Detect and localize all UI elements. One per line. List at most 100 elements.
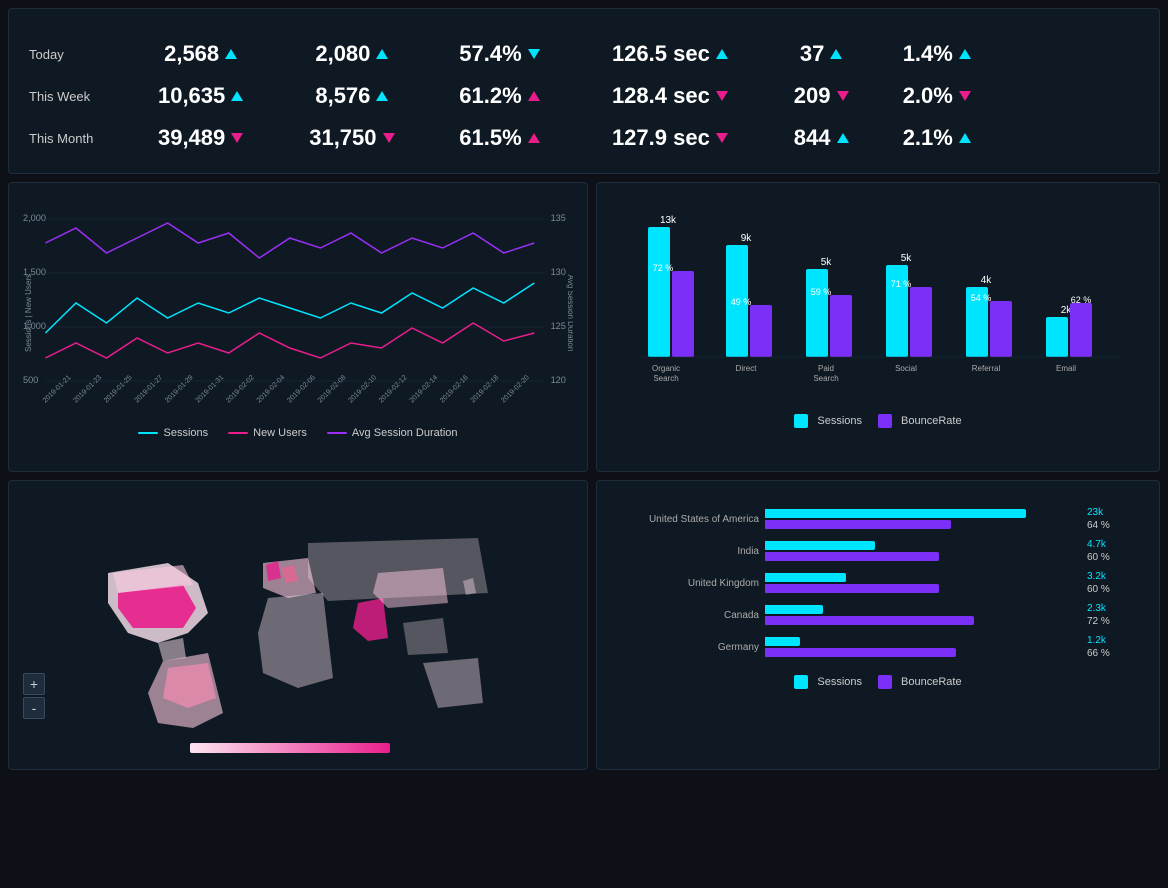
stat-value: 2.0% <box>874 75 1000 117</box>
map-panel: + - <box>8 480 588 770</box>
line-chart-area: 2,000 1,500 1,000 500 135 130 125 120 Av… <box>23 203 573 423</box>
row-label: This Week <box>25 75 125 117</box>
hbar-chart-legend: Sessions BounceRate <box>611 667 1145 689</box>
hbar-row: United States of America 23k 64 % <box>619 507 1137 531</box>
svg-text:2019-02-04: 2019-02-04 <box>256 374 287 404</box>
svg-text:2019-02-18: 2019-02-18 <box>470 374 501 404</box>
hbar-bounce-val: 60 % <box>1087 584 1137 595</box>
svg-text:72 %: 72 % <box>653 263 674 273</box>
svg-text:2019-02-08: 2019-02-08 <box>317 374 348 404</box>
svg-text:54 %: 54 % <box>971 293 992 303</box>
row-label: Today <box>25 33 125 75</box>
svg-text:59 %: 59 % <box>811 287 832 297</box>
bar-chart-svg: 13k 72 % Organic Search 9k 49 % Direct 5… <box>619 203 1137 403</box>
svg-text:Email: Email <box>1056 364 1076 373</box>
stat-value: 844 <box>768 117 874 159</box>
svg-text:49 %: 49 % <box>731 297 752 307</box>
country-label: Germany <box>619 642 759 653</box>
svg-text:Referral: Referral <box>972 364 1001 373</box>
svg-text:120: 120 <box>551 375 566 385</box>
col-goal1-cvr <box>1095 19 1119 33</box>
svg-text:Sessions | New Users: Sessions | New Users <box>24 274 33 352</box>
hbar-sessions-bar <box>765 541 875 550</box>
svg-text:13k: 13k <box>660 215 677 226</box>
hbar-bounce-val: 60 % <box>1087 552 1137 563</box>
stat-value: 127.9 sec <box>571 117 768 159</box>
hbar-bars <box>765 573 1081 593</box>
stat-value: 39,489 <box>125 117 276 159</box>
map-zoom-out[interactable]: - <box>23 697 45 719</box>
svg-text:125: 125 <box>551 321 566 331</box>
scale-bar <box>190 743 390 753</box>
stat-value: 2.1% <box>874 117 1000 159</box>
hbar-session-val: 3.2k <box>1087 571 1137 582</box>
hbar-values: 3.2k 60 % <box>1087 571 1137 595</box>
stat-value: 61.5% <box>428 117 572 159</box>
svg-text:500: 500 <box>23 375 38 385</box>
stat-value: 10,635 <box>125 75 276 117</box>
hbar-values: 23k 64 % <box>1087 507 1137 531</box>
hbar-row: Germany 1.2k 66 % <box>619 635 1137 659</box>
hbar-bounce-val: 66 % <box>1087 648 1137 659</box>
svg-text:5k: 5k <box>821 257 833 268</box>
col-sessions <box>125 19 276 33</box>
col-new-users <box>428 19 572 33</box>
svg-text:Paid: Paid <box>818 364 834 373</box>
hbar-session-val: 2.3k <box>1087 603 1137 614</box>
stat-value: 8,576 <box>276 75 427 117</box>
stat-value: 31,750 <box>276 117 427 159</box>
hbar-values: 2.3k 72 % <box>1087 603 1137 627</box>
svg-text:5k: 5k <box>901 253 913 264</box>
stat-value: 126.5 sec <box>571 33 768 75</box>
hbar-bounce-val: 64 % <box>1087 520 1137 531</box>
svg-text:2019-02-14: 2019-02-14 <box>409 374 440 404</box>
svg-text:2019-02-06: 2019-02-06 <box>286 374 317 404</box>
line-chart-legend: Sessions New Users Avg Session Duration <box>23 427 573 439</box>
hbar-bars <box>765 605 1081 625</box>
hbar-row: Canada 2.3k 72 % <box>619 603 1137 627</box>
stat-value: 2,080 <box>276 33 427 75</box>
line-chart-panel: 2,000 1,500 1,000 500 135 130 125 120 Av… <box>8 182 588 472</box>
hbar-bars <box>765 541 1081 561</box>
svg-text:2019-02-12: 2019-02-12 <box>378 374 409 404</box>
svg-text:Direct: Direct <box>736 364 758 373</box>
hbar-values: 4.7k 60 % <box>1087 539 1137 563</box>
hbar-bounce-bar <box>765 584 939 593</box>
svg-text:4k: 4k <box>981 275 993 286</box>
svg-text:2019-02-02: 2019-02-02 <box>225 374 256 404</box>
world-map-svg <box>48 513 548 733</box>
svg-text:Organic: Organic <box>652 364 680 373</box>
map-zoom-in[interactable]: + <box>23 673 45 695</box>
svg-text:Search: Search <box>813 374 838 383</box>
svg-text:2019-01-23: 2019-01-23 <box>72 374 103 404</box>
stat-value: 61.2% <box>428 75 572 117</box>
hbar-bars <box>765 509 1081 529</box>
svg-text:2019-01-25: 2019-01-25 <box>103 374 134 404</box>
country-label: India <box>619 546 759 557</box>
stat-value: 2,568 <box>125 33 276 75</box>
hbar-row: India 4.7k 60 % <box>619 539 1137 563</box>
hbar-chart-panel: United States of America 23k 64 % India … <box>596 480 1160 770</box>
hbar-session-val: 23k <box>1087 507 1137 518</box>
col-goal1-compl <box>1047 19 1071 33</box>
stat-value: 57.4% <box>428 33 572 75</box>
svg-text:135: 135 <box>551 213 566 223</box>
svg-text:9k: 9k <box>741 233 753 244</box>
hbar-values: 1.2k 66 % <box>1087 635 1137 659</box>
hbar-sessions-bar <box>765 573 846 582</box>
bar-chart-panel: 13k 72 % Organic Search 9k 49 % Direct 5… <box>596 182 1160 472</box>
svg-text:2019-01-21: 2019-01-21 <box>42 374 73 404</box>
svg-text:2019-01-31: 2019-01-31 <box>195 374 226 404</box>
svg-text:130: 130 <box>551 267 566 277</box>
svg-text:Search: Search <box>653 374 678 383</box>
col-bounce-rate <box>768 19 874 33</box>
country-label: United States of America <box>619 514 759 525</box>
hbar-bounce-val: 72 % <box>1087 616 1137 627</box>
svg-text:2019-02-10: 2019-02-10 <box>347 374 378 404</box>
bar-chart-legend: Sessions BounceRate <box>611 414 1145 428</box>
svg-text:2019-02-16: 2019-02-16 <box>439 374 470 404</box>
stats-table: Today2,5682,08057.4%126.5 sec371.4%This … <box>8 8 1160 174</box>
hbar-bounce-bar <box>765 616 974 625</box>
hbar-bounce-bar <box>765 648 956 657</box>
hbar-sessions-bar <box>765 605 823 614</box>
